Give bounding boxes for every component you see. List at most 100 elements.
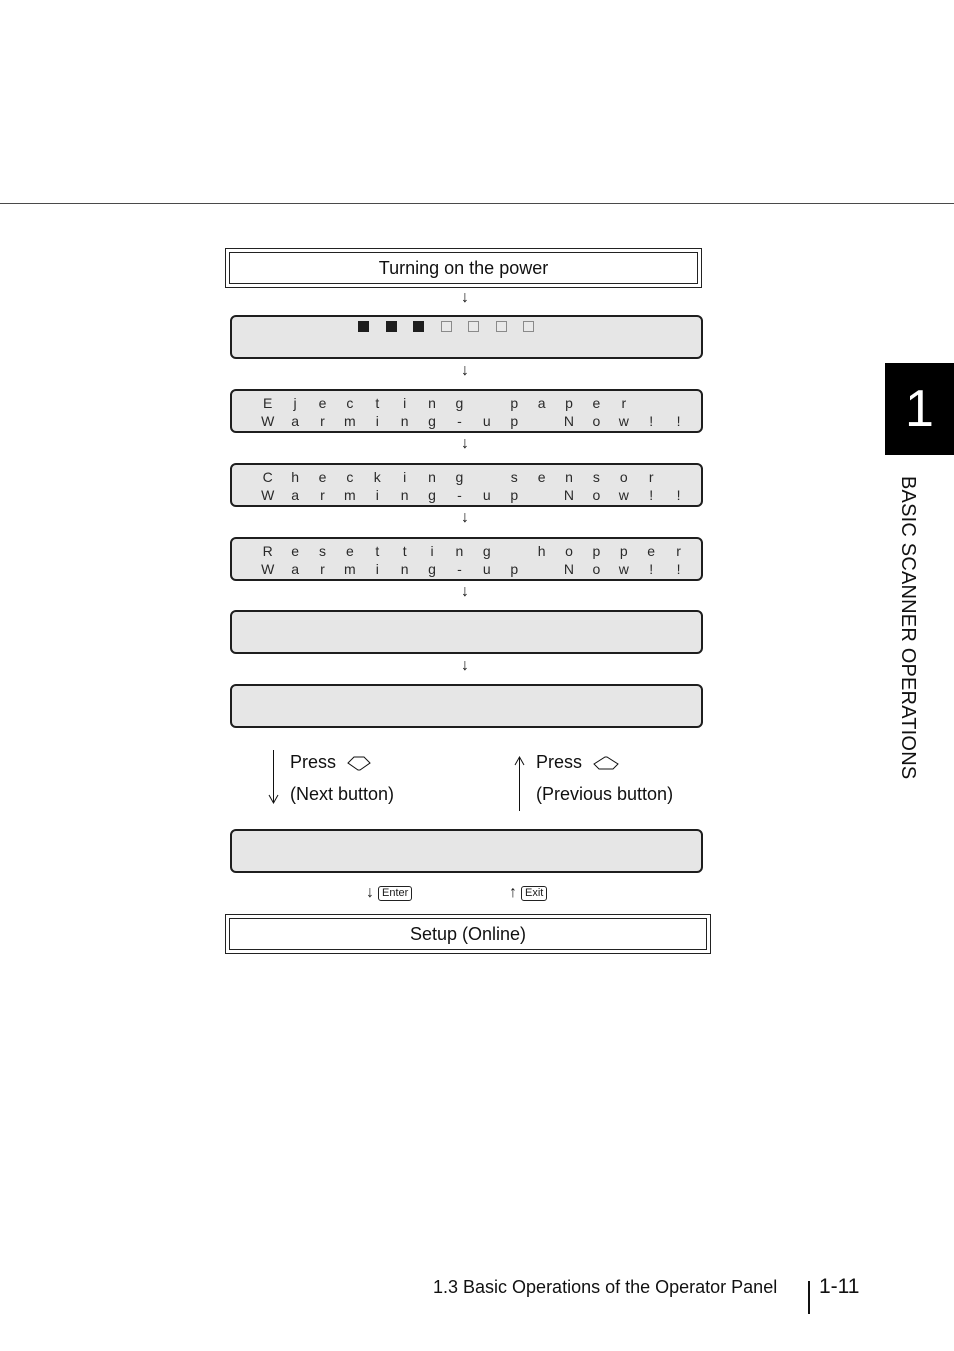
lcd-char: - — [457, 487, 462, 503]
lcd-char: c — [346, 469, 354, 485]
lcd-screen-checking: Checking sensor Warming-up No w!! — [230, 463, 703, 507]
lcd-char: i — [430, 543, 434, 559]
lcd-char: j — [293, 395, 297, 411]
lcd-char: N — [563, 487, 575, 503]
arrow-down-icon: ↓ — [461, 362, 469, 379]
lcd-char: o — [619, 469, 628, 485]
arrow-down-head-icon — [268, 794, 279, 804]
lcd-char: ! — [676, 413, 681, 429]
lcd-char: t — [375, 543, 380, 559]
lcd-char: a — [291, 487, 299, 503]
lcd-char: ! — [649, 487, 654, 503]
lcd-char: n — [428, 469, 436, 485]
footer-section: 1.3 Basic Operations of the Operator Pan… — [433, 1277, 778, 1297]
lcd-char: m — [344, 487, 356, 503]
lcd-char: r — [676, 543, 681, 559]
arrow-down-icon: ↓ — [461, 583, 469, 600]
lcd-char: w — [618, 413, 629, 429]
exit-key: Exit — [521, 885, 548, 901]
progress-square-empty — [468, 321, 479, 332]
lcd-screen-blank-1 — [230, 610, 703, 654]
progress-square-empty — [495, 321, 507, 332]
lcd-progress-screen — [230, 315, 703, 359]
lcd-char: g — [428, 413, 436, 429]
lcd-char: - — [457, 561, 462, 577]
lcd-char: a — [537, 395, 546, 411]
arrow-up-head-icon — [514, 756, 525, 766]
lcd-char — [528, 561, 555, 577]
lcd-char: u — [482, 413, 491, 429]
lcd-char: i — [403, 469, 407, 485]
previous-press-label: Press — [536, 752, 583, 772]
lcd-char: o — [592, 561, 601, 577]
lcd-char: ! — [676, 487, 681, 503]
lcd-char: R — [262, 543, 273, 559]
lcd-char: g — [428, 561, 436, 577]
lcd-char: e — [291, 543, 299, 559]
lcd-char: p — [510, 395, 519, 411]
page-number: 1-11 — [819, 1275, 860, 1298]
lcd-char: s — [318, 543, 326, 559]
lcd-line-2: Wa r m i n g - u p No w!! — [254, 487, 692, 503]
lcd-char: ! — [676, 561, 681, 577]
lcd-screen-blank-3 — [230, 829, 703, 873]
enter-key: Enter — [378, 885, 413, 901]
lcd-char: p — [510, 487, 519, 503]
lcd-char: i — [375, 487, 379, 503]
lcd-char: p — [592, 543, 601, 559]
lcd-char: w — [618, 561, 629, 577]
lcd-char: N — [563, 413, 575, 429]
lcd-char: n — [455, 543, 464, 559]
end-box: Setup (Online) — [225, 914, 711, 954]
chapter-tab: 1 — [885, 363, 954, 455]
previous-press: Press — [536, 752, 619, 772]
lcd-char: e — [537, 469, 546, 485]
arrow-down-icon: ↓ — [461, 289, 469, 306]
lcd-char: n — [428, 395, 436, 411]
start-box: Turning on the power — [225, 248, 702, 288]
lcd-char: s — [510, 469, 518, 485]
arrow-down-icon: ↓ — [461, 509, 469, 526]
lcd-char: p — [510, 413, 519, 429]
lcd-char: o — [592, 413, 601, 429]
exit-key-instruction: ↑ Exit — [509, 884, 548, 902]
lcd-char: E — [263, 395, 273, 411]
previous-button-icon — [593, 756, 619, 770]
lcd-char: i — [403, 395, 407, 411]
lcd-char: g — [455, 469, 464, 485]
lcd-char: m — [344, 561, 356, 577]
lcd-line-1: Ej e c t i n g p a p e r — [254, 395, 637, 411]
footer-separator — [808, 1281, 810, 1314]
lcd-char — [528, 413, 555, 429]
lcd-char — [501, 543, 528, 559]
lcd-char: e — [318, 395, 327, 411]
lcd-char: e — [592, 395, 601, 411]
lcd-char: g — [482, 543, 491, 559]
lcd-char: r — [320, 487, 325, 503]
progress-indicator — [358, 321, 551, 332]
progress-square-filled — [413, 321, 424, 332]
arrow-down-icon: ↓ — [461, 657, 469, 674]
chapter-title: BASIC SCANNER OPERATIONS — [897, 476, 919, 780]
next-button-icon — [347, 756, 371, 771]
lcd-char: n — [400, 561, 409, 577]
progress-square-empty — [440, 321, 452, 332]
lcd-char: k — [373, 469, 381, 485]
next-press-label: Press — [290, 752, 337, 772]
lcd-char: n — [400, 487, 409, 503]
enter-key-instruction: ↓ Enter — [366, 884, 413, 902]
lcd-char: t — [402, 543, 407, 559]
lcd-line-1: Re s e t t i n g h o p p e r — [254, 543, 692, 559]
lcd-char: i — [375, 561, 379, 577]
lcd-char: ! — [649, 561, 654, 577]
lcd-char: W — [261, 561, 275, 577]
lcd-line-2: Wa r m i n g - u p No w!! — [254, 413, 692, 429]
header-rule — [0, 203, 954, 204]
lcd-line-1: Ch e c k i n g s e n s o r — [254, 469, 665, 485]
lcd-screen-blank-2 — [230, 684, 703, 728]
lcd-char: s — [592, 469, 600, 485]
lcd-char — [473, 395, 500, 411]
lcd-char: a — [291, 561, 299, 577]
lcd-char: p — [619, 543, 628, 559]
progress-square-filled — [385, 321, 397, 332]
